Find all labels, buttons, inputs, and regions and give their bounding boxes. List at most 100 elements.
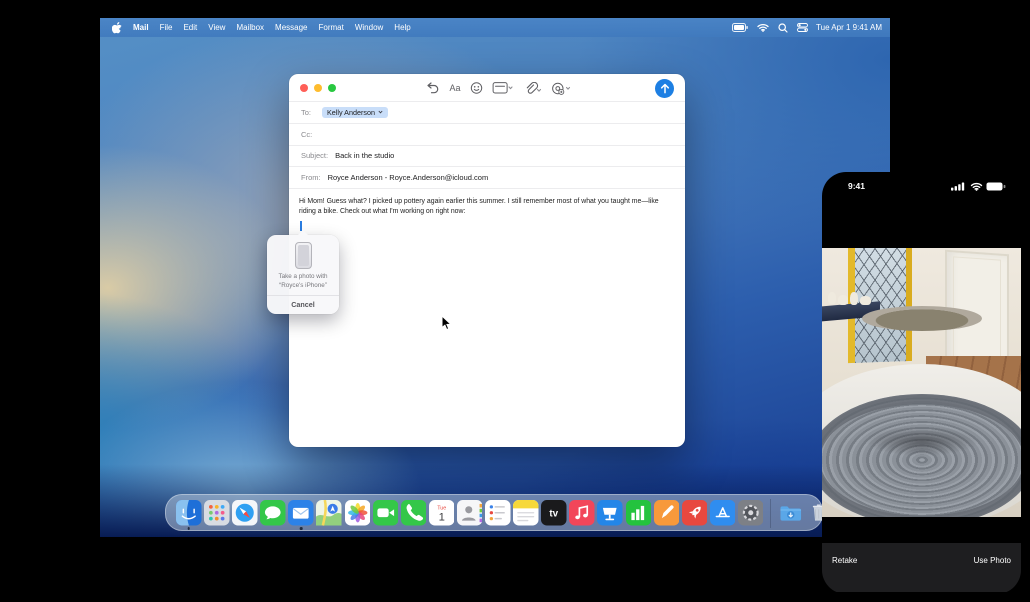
- fonts-icon[interactable]: Aa: [450, 83, 461, 93]
- menu-item-mail[interactable]: Mail: [133, 23, 149, 32]
- iphone-device-icon: [295, 242, 312, 269]
- dock-music-icon[interactable]: [569, 500, 595, 526]
- mouse-pointer-icon: [441, 315, 452, 336]
- send-up-arrow-icon: [660, 83, 670, 94]
- dock-launchpad-icon[interactable]: [204, 500, 230, 526]
- svg-text:1: 1: [438, 512, 444, 524]
- zoom-window-button[interactable]: [328, 84, 336, 92]
- cellular-signal-icon: [951, 182, 966, 191]
- from-value: Royce Anderson - Royce.Anderson@icloud.c…: [328, 173, 489, 182]
- dock-tv-icon[interactable]: tv: [541, 500, 567, 526]
- iphone-clock: 9:41: [848, 181, 865, 191]
- dock-contacts-icon[interactable]: [457, 500, 483, 526]
- to-label: To:: [301, 108, 315, 117]
- dock-mail-icon[interactable]: [288, 500, 314, 526]
- dock-downloads-icon[interactable]: [778, 500, 804, 526]
- menu-bar: Mail File Edit View Mailbox Message Format Wind…: [100, 18, 890, 37]
- wifi-icon: [970, 182, 983, 191]
- iphone-continuity-camera-screen: 9:41 Retake Use Photo: [822, 172, 1021, 594]
- send-button[interactable]: [655, 79, 674, 98]
- svg-text:tv: tv: [550, 509, 559, 520]
- close-window-button[interactable]: [300, 84, 308, 92]
- menu-bar-clock[interactable]: Tue Apr 1 9:41 AM: [816, 23, 882, 32]
- subject-field[interactable]: Subject: Back in the studio: [289, 146, 685, 168]
- dock-rocket-icon[interactable]: [682, 500, 708, 526]
- dock-keynote-icon[interactable]: [597, 500, 623, 526]
- battery-icon: [986, 182, 1006, 191]
- camera-action-bar: Retake Use Photo: [822, 543, 1021, 592]
- menu-item-help[interactable]: Help: [394, 23, 410, 32]
- message-body-editor[interactable]: Hi Mom! Guess what? I picked up pottery …: [289, 189, 685, 231]
- from-field[interactable]: From: Royce Anderson - Royce.Anderson@ic…: [289, 167, 685, 189]
- iphone-status-bar: 9:41: [822, 179, 1021, 193]
- menu-bar-status-icons: [732, 23, 808, 33]
- dock-pages-icon[interactable]: [654, 500, 680, 526]
- svg-text:Tue: Tue: [437, 505, 446, 511]
- dock-maps-icon[interactable]: [316, 500, 342, 526]
- dock-phone-icon[interactable]: [401, 500, 427, 526]
- running-indicator-dot: [187, 527, 190, 530]
- dock: Tue1 tv: [165, 494, 823, 531]
- iphone-status-icons: [951, 182, 1006, 191]
- minimize-window-button[interactable]: [314, 84, 322, 92]
- apple-menu-icon[interactable]: [112, 22, 122, 34]
- photo-pottery-piece: [850, 292, 858, 305]
- attach-icon[interactable]: [524, 82, 542, 95]
- window-controls: [300, 84, 336, 92]
- search-icon[interactable]: [778, 23, 788, 33]
- token-chevron-down-icon: [378, 110, 383, 114]
- dock-facetime-icon[interactable]: [373, 500, 399, 526]
- menu-item-format[interactable]: Format: [319, 23, 344, 32]
- cc-field[interactable]: Cc:: [289, 124, 685, 146]
- screen: Mail File Edit View Mailbox Message Format Wind…: [0, 0, 1030, 602]
- photo-pottery-piece: [838, 295, 848, 305]
- battery-icon[interactable]: [732, 23, 748, 32]
- dock-photos-icon[interactable]: [345, 500, 371, 526]
- to-field[interactable]: To: Kelly Anderson: [289, 102, 685, 124]
- captured-pottery-photo: [822, 248, 1021, 517]
- menu-item-file[interactable]: File: [160, 23, 173, 32]
- retake-button[interactable]: Retake: [832, 556, 857, 592]
- menu-item-view[interactable]: View: [208, 23, 225, 32]
- dock-appstore-icon[interactable]: [710, 500, 736, 526]
- wifi-icon[interactable]: [757, 23, 769, 32]
- cc-label: Cc:: [301, 130, 315, 139]
- compose-toolbar: Aa: [289, 74, 685, 102]
- subject-value: Back in the studio: [335, 151, 394, 160]
- mail-compose-window: Aa To: Kelly Anderson Cc: Subject: Back …: [289, 74, 685, 447]
- take-photo-popover: Take a photo with “Royce's iPhone” Cance…: [267, 235, 339, 314]
- dock-notes-icon[interactable]: [513, 500, 539, 526]
- popover-title-line1: Take a photo with: [271, 273, 335, 282]
- insert-photo-icon[interactable]: [552, 82, 571, 95]
- dock-safari-icon[interactable]: [232, 500, 258, 526]
- dock-reminders-icon[interactable]: [485, 500, 511, 526]
- menu-item-message[interactable]: Message: [275, 23, 307, 32]
- menu-items: Mail File Edit View Mailbox Message Format Wind…: [133, 23, 411, 32]
- control-center-icon[interactable]: [797, 23, 808, 32]
- dock-finder-icon[interactable]: [176, 500, 202, 526]
- menu-item-mailbox[interactable]: Mailbox: [236, 23, 264, 32]
- use-photo-button[interactable]: Use Photo: [974, 556, 1011, 592]
- dock-settings-icon[interactable]: [738, 500, 764, 526]
- photo-pottery-piece: [828, 292, 836, 304]
- dock-messages-icon[interactable]: [260, 500, 286, 526]
- from-label: From:: [301, 173, 321, 182]
- dock-numbers-icon[interactable]: [626, 500, 652, 526]
- header-fields-icon[interactable]: [493, 82, 514, 94]
- photo-clay-pot: [862, 306, 982, 438]
- cancel-button[interactable]: Cancel: [267, 296, 339, 314]
- message-body-text: Hi Mom! Guess what? I picked up pottery …: [299, 197, 675, 217]
- menu-item-window[interactable]: Window: [355, 23, 383, 32]
- recipient-token[interactable]: Kelly Anderson: [322, 107, 388, 119]
- dock-calendar-icon[interactable]: Tue1: [429, 500, 455, 526]
- running-indicator-dot: [300, 527, 303, 530]
- subject-label: Subject:: [301, 151, 328, 160]
- photo-pottery-piece: [860, 296, 871, 305]
- undo-icon[interactable]: [427, 82, 440, 94]
- dock-divider: [770, 499, 771, 528]
- emoji-icon[interactable]: [471, 82, 483, 94]
- popover-title-line2: “Royce's iPhone”: [271, 282, 335, 291]
- compose-toolbar-icons: Aa: [427, 74, 571, 102]
- menu-item-edit[interactable]: Edit: [183, 23, 197, 32]
- mac-desktop-wallpaper: Mail File Edit View Mailbox Message Format Wind…: [100, 18, 890, 537]
